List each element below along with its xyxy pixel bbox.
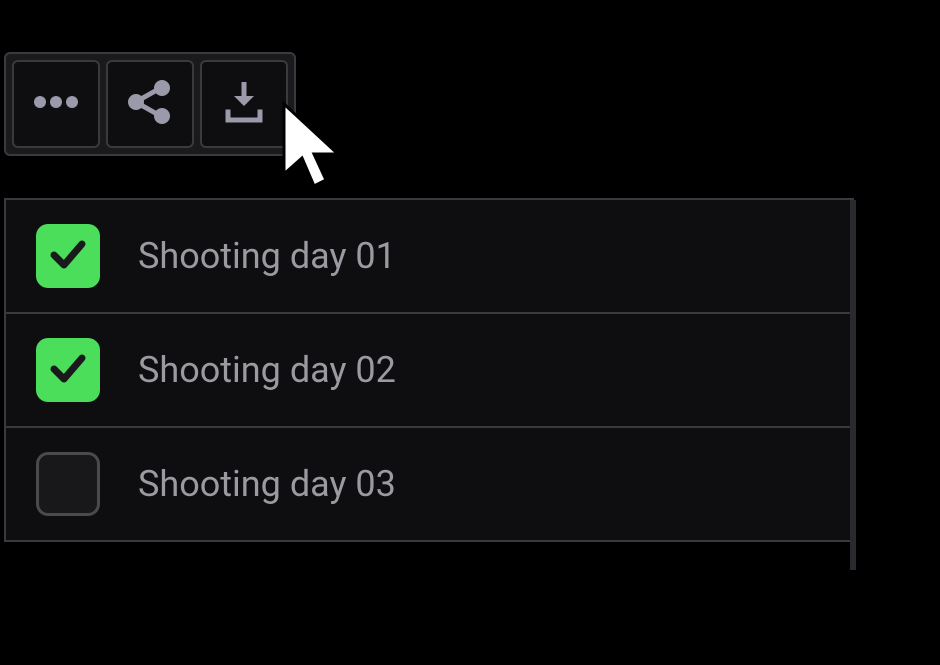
share-button[interactable] bbox=[106, 60, 194, 148]
checkmark-icon bbox=[46, 346, 90, 394]
more-horizontal-icon bbox=[30, 76, 82, 132]
checkbox[interactable] bbox=[36, 452, 100, 516]
list-item[interactable]: Shooting day 03 bbox=[6, 428, 852, 540]
more-options-button[interactable] bbox=[12, 60, 100, 148]
share-icon bbox=[124, 76, 176, 132]
download-button[interactable] bbox=[200, 60, 288, 148]
download-icon bbox=[218, 76, 270, 132]
list-item-label: Shooting day 02 bbox=[138, 349, 396, 391]
list-item[interactable]: Shooting day 02 bbox=[6, 314, 852, 428]
checkbox[interactable] bbox=[36, 224, 100, 288]
list-item-label: Shooting day 03 bbox=[138, 463, 396, 505]
list-item[interactable]: Shooting day 01 bbox=[6, 200, 852, 314]
scrollbar[interactable] bbox=[850, 200, 856, 570]
checkmark-icon bbox=[46, 232, 90, 280]
checkbox[interactable] bbox=[36, 338, 100, 402]
list-item-label: Shooting day 01 bbox=[138, 235, 396, 277]
selection-list: Shooting day 01 Shooting day 02 Shooting… bbox=[4, 198, 854, 542]
toolbar bbox=[4, 52, 296, 156]
